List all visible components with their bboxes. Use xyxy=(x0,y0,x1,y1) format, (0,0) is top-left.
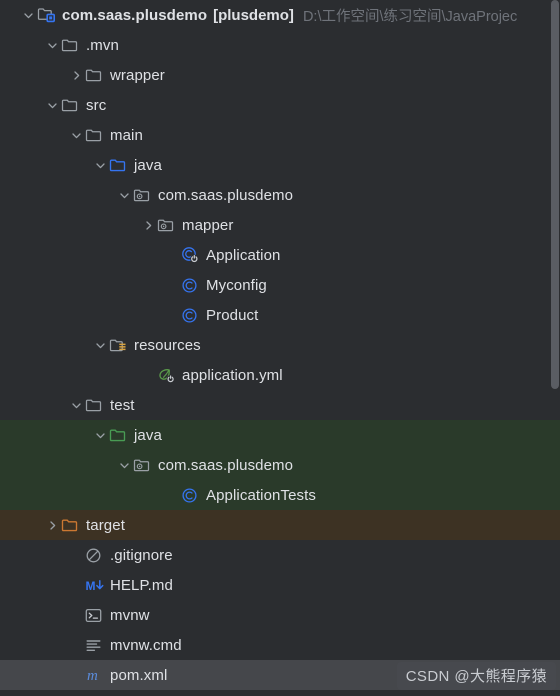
tree-row-label: java xyxy=(134,426,162,444)
spring-config-icon xyxy=(157,360,179,390)
chevron-down-icon[interactable] xyxy=(116,450,133,480)
package-folder-icon xyxy=(157,210,179,240)
tree-row-main-package[interactable]: com.saas.plusdemo xyxy=(0,180,560,210)
chevron-right-icon[interactable] xyxy=(68,60,85,90)
tree-row-label: main xyxy=(110,126,143,144)
tree-row-main[interactable]: main xyxy=(0,120,560,150)
project-path-label: D:\工作空间\练习空间\JavaProjec xyxy=(302,8,518,25)
chevron-down-icon[interactable] xyxy=(68,390,85,420)
tree-row-resources[interactable]: resources xyxy=(0,330,560,360)
tree-row-application-yml[interactable]: application.yml xyxy=(0,360,560,390)
tree-row-wrapper[interactable]: wrapper xyxy=(0,60,560,90)
tree-row-label: target xyxy=(86,516,125,534)
folder-icon xyxy=(85,60,107,90)
folder-icon xyxy=(61,30,83,60)
test-source-folder-green-icon xyxy=(109,420,131,450)
class-icon xyxy=(181,300,203,330)
tree-row-gitignore[interactable]: .gitignore xyxy=(0,540,560,570)
tree-row-product-class[interactable]: Product xyxy=(0,300,560,330)
tree-row-label: mapper xyxy=(182,216,234,234)
tree-row-src[interactable]: src xyxy=(0,90,560,120)
module-name-label: [plusdemo] xyxy=(213,6,294,24)
chevron-down-icon[interactable] xyxy=(116,180,133,210)
tree-row-label: application.yml xyxy=(182,366,283,384)
tree-row-test-package[interactable]: com.saas.plusdemo xyxy=(0,450,560,480)
folder-icon xyxy=(85,120,107,150)
package-folder-icon xyxy=(133,450,155,480)
tree-row-label: src xyxy=(86,96,107,114)
tree-row-root[interactable]: com.saas.plusdemo [plusdemo] D:\工作空间\练习空间\… xyxy=(0,0,560,30)
chevron-down-icon[interactable] xyxy=(92,330,109,360)
tree-row-test-java[interactable]: java xyxy=(0,420,560,450)
tree-row-application-tests[interactable]: ApplicationTests xyxy=(0,480,560,510)
folder-icon xyxy=(61,90,83,120)
chevron-down-icon[interactable] xyxy=(68,120,85,150)
excluded-folder-icon xyxy=(61,510,83,540)
tree-row-label: Product xyxy=(206,306,259,324)
tree-row-label: HELP.md xyxy=(110,576,173,594)
tree-row-label: .gitignore xyxy=(110,546,173,564)
tree-row-application-class[interactable]: Application xyxy=(0,240,560,270)
class-icon xyxy=(181,480,203,510)
source-folder-blue-icon xyxy=(109,150,131,180)
chevron-down-icon[interactable] xyxy=(92,420,109,450)
tree-row-mvn[interactable]: .mvn xyxy=(0,30,560,60)
tree-row-test[interactable]: test xyxy=(0,390,560,420)
watermark: CSDN @大熊程序猿 xyxy=(396,662,556,690)
tree-row-mvnw-cmd[interactable]: mvnw.cmd xyxy=(0,630,560,660)
tree-row-label: Myconfig xyxy=(206,276,267,294)
chevron-down-icon[interactable] xyxy=(44,30,61,60)
chevron-down-icon[interactable] xyxy=(92,150,109,180)
tree-row-help-md[interactable]: M HELP.md xyxy=(0,570,560,600)
tree-row-mvnw[interactable]: mvnw xyxy=(0,600,560,630)
runnable-class-icon xyxy=(181,240,203,270)
tree-row-mapper[interactable]: mapper xyxy=(0,210,560,240)
chevron-right-icon[interactable] xyxy=(44,510,61,540)
tree-row-label: resources xyxy=(134,336,201,354)
svg-text:M: M xyxy=(86,579,96,593)
class-icon xyxy=(181,270,203,300)
tree-row-label: com.saas.plusdemo xyxy=(158,186,294,204)
chevron-right-icon[interactable] xyxy=(140,210,157,240)
vertical-scrollbar[interactable] xyxy=(551,0,559,389)
tree-row-label: mvnw xyxy=(110,606,150,624)
svg-text:m: m xyxy=(87,668,98,684)
maven-icon: m xyxy=(85,660,107,690)
chevron-down-icon[interactable] xyxy=(20,0,37,30)
tree-row-target[interactable]: target xyxy=(0,510,560,540)
ignored-file-icon xyxy=(85,540,107,570)
tree-row-label: mvnw.cmd xyxy=(110,636,182,654)
tree-row-myconfig-class[interactable]: Myconfig xyxy=(0,270,560,300)
tree-row-label: Application xyxy=(206,246,281,264)
resources-folder-icon xyxy=(109,330,131,360)
tree-row-label: com.saas.plusdemo xyxy=(158,456,294,474)
tree-row-label: wrapper xyxy=(110,66,165,84)
tree-row-label: pom.xml xyxy=(110,666,168,684)
project-tree[interactable]: com.saas.plusdemo [plusdemo] D:\工作空间\练习空间\… xyxy=(0,0,560,696)
tree-row-label: test xyxy=(110,396,135,414)
shell-script-icon xyxy=(85,600,107,630)
tree-row-label: java xyxy=(134,156,162,174)
tree-row-label: ApplicationTests xyxy=(206,486,316,504)
tree-row-label: com.saas.plusdemo xyxy=(62,6,208,24)
package-folder-icon xyxy=(133,180,155,210)
markdown-icon: M xyxy=(85,570,107,600)
chevron-down-icon[interactable] xyxy=(44,90,61,120)
module-folder-icon xyxy=(37,0,59,30)
tree-row-label: .mvn xyxy=(86,36,119,54)
tree-row-main-java[interactable]: java xyxy=(0,150,560,180)
folder-icon xyxy=(85,390,107,420)
text-file-icon xyxy=(85,630,107,660)
